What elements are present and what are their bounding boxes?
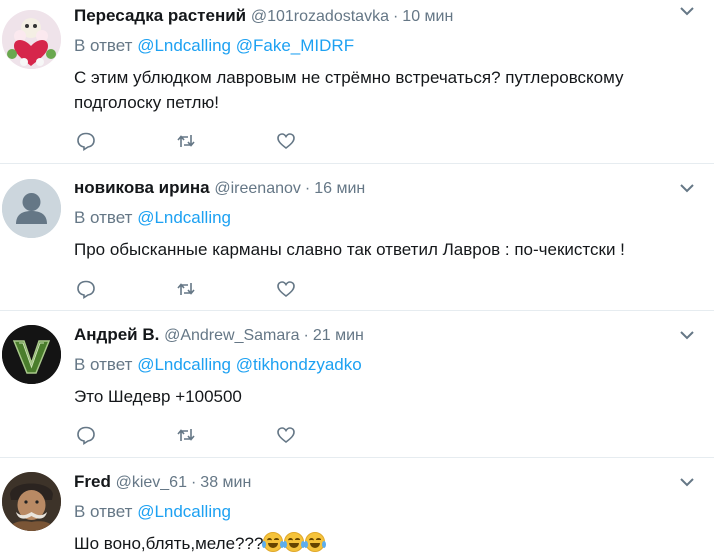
tweet-text-line: Про обысканные карманы славно так ответи… <box>74 240 625 259</box>
reply-context: В ответ @Lndcalling <box>74 501 714 523</box>
retweet-icon <box>177 283 195 295</box>
avatar[interactable] <box>2 10 61 69</box>
reply-icon <box>77 280 95 299</box>
tweet-content: Fred @kiev_61 · 38 мин В ответ @Lndcalling… <box>74 458 714 556</box>
cossack-portrait-avatar-icon <box>2 472 61 531</box>
tweet-text-line: С этим ублюдком лавровым не стрёмно встр… <box>74 68 624 87</box>
avatar[interactable] <box>2 179 61 238</box>
tweet-timestamp[interactable]: 10 мин <box>402 8 453 25</box>
separator-dot: · <box>304 180 311 197</box>
retweet-button[interactable] <box>176 424 276 446</box>
reply-icon <box>77 426 95 445</box>
tweet-timestamp[interactable]: 38 мин <box>200 474 251 491</box>
tweet-text: Это Шедевр +100500 <box>74 384 714 409</box>
tweet-text-line: подголоску петлю! <box>74 93 219 112</box>
user-fullname[interactable]: Пересадка растений <box>74 6 246 25</box>
tweet[interactable]: Пересадка растений @101rozadostavka · 10 м… <box>0 0 714 164</box>
user-fullname[interactable]: новикова ирина <box>74 178 210 197</box>
default-user-avatar-icon <box>2 179 61 238</box>
avatar[interactable] <box>2 472 61 531</box>
retweet-icon <box>177 429 195 441</box>
user-fullname[interactable]: Fred <box>74 472 111 491</box>
tweet-actions <box>76 278 376 300</box>
mention-link[interactable]: @tikhondzyadko <box>236 355 362 374</box>
tweet-text: Про обысканные карманы славно так ответи… <box>74 237 714 262</box>
user-screen-name[interactable]: @101rozadostavka <box>251 8 389 25</box>
reply-context: В ответ @Lndcalling @tikhondzyadko <box>74 354 714 376</box>
gta-v-logo-avatar-icon <box>2 325 61 384</box>
tweet-timestamp[interactable]: 21 мин <box>313 327 364 344</box>
user-screen-name[interactable]: @kiev_61 <box>116 474 187 491</box>
tweet-header: Пересадка растений @101rozadostavka · 10 м… <box>74 5 714 27</box>
face-with-tears-of-joy-icon <box>304 532 327 552</box>
retweet-icon <box>177 135 195 147</box>
reply-prefix: В ответ <box>74 355 133 374</box>
chevron-down-icon[interactable] <box>680 475 694 489</box>
tweet[interactable]: новикова ирина @ireenanov · 16 мин В ответ… <box>0 164 714 311</box>
retweet-button[interactable] <box>176 278 276 300</box>
tweet-actions <box>76 424 376 446</box>
user-screen-name[interactable]: @ireenanov <box>214 180 301 197</box>
tweet-text-line: Шо воно,блять,меле??? <box>74 534 264 553</box>
heart-icon <box>277 281 295 298</box>
user-screen-name[interactable]: @Andrew_Samara <box>164 327 299 344</box>
mention-link[interactable]: @Lndcalling <box>137 208 231 227</box>
tweet-feed: Пересадка растений @101rozadostavka · 10 м… <box>0 0 714 559</box>
retweet-button[interactable] <box>176 130 276 152</box>
tweet-header: Андрей В. @Andrew_Samara · 21 мин <box>74 324 714 346</box>
tweet-header: Fred @kiev_61 · 38 мин <box>74 471 714 493</box>
reply-button[interactable] <box>76 424 176 446</box>
tweet-text: С этим ублюдком лавровым не стрёмно встр… <box>74 65 714 115</box>
reply-context: В ответ @Lndcalling <box>74 207 714 229</box>
tweet-content: Андрей В. @Andrew_Samara · 21 мин В ответ … <box>74 311 714 409</box>
heart-icon <box>277 133 295 150</box>
tweet-header: новикова ирина @ireenanov · 16 мин <box>74 177 714 199</box>
heart-icon <box>277 427 295 444</box>
face-with-tears-of-joy-icon <box>283 532 306 552</box>
tweet-timestamp[interactable]: 16 мин <box>314 180 365 197</box>
tweet[interactable]: Андрей В. @Andrew_Samara · 21 мин В ответ … <box>0 311 714 458</box>
reply-button[interactable] <box>76 278 176 300</box>
tweet-text-line: Это Шедевр +100500 <box>74 387 242 406</box>
reply-context: В ответ @Lndcalling @Fake_MIDRF <box>74 35 714 57</box>
reply-button[interactable] <box>76 130 176 152</box>
reply-icon <box>77 132 95 151</box>
separator-dot: · <box>392 8 399 25</box>
tweet-actions <box>76 130 376 152</box>
tweet[interactable]: Fred @kiev_61 · 38 мин В ответ @Lndcalling… <box>0 458 714 559</box>
like-button[interactable] <box>276 130 376 152</box>
mention-link[interactable]: @Lndcalling <box>137 502 231 521</box>
tweet-text: Шо воно,блять,меле??? <box>74 531 714 556</box>
chevron-down-icon[interactable] <box>680 181 694 195</box>
flower-bouquet-avatar-icon <box>2 10 61 69</box>
like-button[interactable] <box>276 424 376 446</box>
mention-link[interactable]: @Lndcalling <box>137 36 231 55</box>
like-button[interactable] <box>276 278 376 300</box>
reply-prefix: В ответ <box>74 36 133 55</box>
reply-prefix: В ответ <box>74 502 133 521</box>
separator-dot: · <box>303 327 309 344</box>
chevron-down-icon[interactable] <box>680 4 694 18</box>
tweet-content: новикова ирина @ireenanov · 16 мин В ответ… <box>74 164 714 262</box>
chevron-down-icon[interactable] <box>680 328 694 342</box>
user-fullname[interactable]: Андрей В. <box>74 325 159 344</box>
tweet-content: Пересадка растений @101rozadostavka · 10 м… <box>74 0 714 115</box>
reply-prefix: В ответ <box>74 208 133 227</box>
avatar[interactable] <box>2 325 61 384</box>
face-with-tears-of-joy-icon <box>262 532 285 552</box>
mention-link[interactable]: @Lndcalling <box>137 355 231 374</box>
separator-dot: · <box>190 474 197 491</box>
mention-link[interactable]: @Fake_MIDRF <box>236 36 354 55</box>
